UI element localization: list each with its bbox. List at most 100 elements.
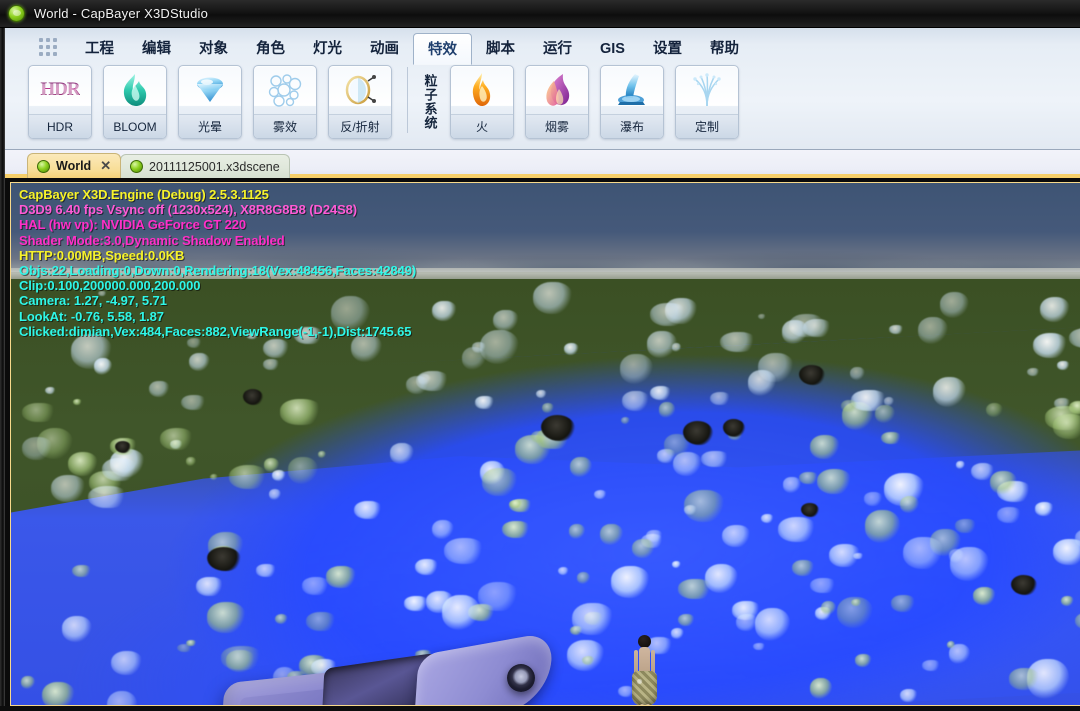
particle-speck <box>778 516 818 542</box>
particle-speck <box>189 352 211 371</box>
menu-item-help[interactable]: 帮助 <box>696 34 753 64</box>
debug-overlay-line-1: CapBayer X3D.Engine (Debug) 2.5.3.1125 <box>19 187 269 202</box>
particle-speck <box>1075 612 1080 629</box>
particle-speck <box>710 391 732 406</box>
particle-speck <box>820 600 837 615</box>
particle-speck <box>1026 367 1040 376</box>
particle-speck <box>72 399 83 406</box>
tool-button-glow[interactable]: 光晕 <box>178 65 242 139</box>
particle-speck <box>1052 414 1080 439</box>
particle-speck <box>880 431 902 444</box>
particle-speck <box>973 587 997 605</box>
particle-speck <box>719 331 757 353</box>
3d-scene-viewport[interactable]: BE 640 LJ CapBayer X3D.Engine (Debug) 2.… <box>10 182 1080 706</box>
particle-speck <box>102 458 139 482</box>
tool-button-smoke[interactable]: 烟雾 <box>525 65 589 139</box>
particle-speck <box>502 520 531 539</box>
character-dress <box>632 671 657 705</box>
sports-car-model[interactable]: BE 640 LJ <box>211 626 556 705</box>
debug-overlay-line-5: HTTP:0.00MB,Speed:0.0KB <box>19 247 185 263</box>
menu-item-effects[interactable]: 特效 <box>413 33 472 65</box>
spray-burst-icon <box>676 66 738 114</box>
particle-speck <box>810 678 833 699</box>
tool-button-bloom[interactable]: BLOOM <box>103 65 167 139</box>
dark-debris-blob <box>115 441 131 453</box>
tool-button-fire[interactable]: 火 <box>450 65 514 139</box>
menu-item-project[interactable]: 工程 <box>71 34 128 64</box>
menu-item-light[interactable]: 灯光 <box>299 34 356 64</box>
particle-speck <box>1068 327 1080 349</box>
particle-speck <box>900 688 918 703</box>
particle-speck <box>474 395 495 409</box>
tool-label-hdr: HDR <box>29 114 91 138</box>
particle-speck <box>389 443 414 464</box>
toolbar-separator <box>407 67 408 133</box>
particle-speck <box>405 376 430 395</box>
particle-speck <box>996 507 1023 524</box>
tool-button-fog[interactable]: 雾效 <box>253 65 317 139</box>
particle-speck <box>1008 668 1041 690</box>
tool-button-reflection[interactable]: 反/折射 <box>328 65 392 139</box>
particle-speck <box>677 578 713 599</box>
dark-debris-blob <box>1011 575 1037 595</box>
menu-item-character[interactable]: 角色 <box>242 34 299 64</box>
menu-item-script[interactable]: 脚本 <box>472 34 529 64</box>
menu-item-settings[interactable]: 设置 <box>639 34 696 64</box>
debug-overlay-line-3: HAL (hw vp): NVIDIA GeForce GT 220 <box>19 217 247 233</box>
particle-speck <box>50 474 86 502</box>
dark-debris-blob <box>801 503 819 517</box>
green-sphere-icon <box>130 160 143 173</box>
particle-speck <box>889 325 905 334</box>
menu-item-object[interactable]: 对象 <box>185 34 242 64</box>
debug-overlay: CapBayer X3D.Engine (Debug) 2.5.3.1125 D3… <box>19 187 719 339</box>
particle-speck <box>317 450 326 458</box>
menu-item-run[interactable]: 运行 <box>529 34 586 64</box>
menu-item-animation[interactable]: 动画 <box>356 34 413 64</box>
particle-speck <box>274 613 289 625</box>
particle-speck <box>186 338 203 348</box>
particle-speck <box>71 334 113 370</box>
particle-speck <box>72 564 93 578</box>
particle-speck <box>593 489 608 500</box>
particle-speck <box>671 628 684 639</box>
particle-speck <box>700 450 730 467</box>
tool-button-custom[interactable]: 定制 <box>675 65 739 139</box>
purple-smoke-icon <box>526 66 588 114</box>
tool-button-hdr[interactable]: HDR HDR <box>28 65 92 139</box>
particle-speck <box>956 461 965 469</box>
particle-speck <box>849 366 865 380</box>
female-character-model[interactable] <box>629 635 659 705</box>
particle-speck <box>917 316 948 345</box>
particle-speck <box>677 613 695 627</box>
menu-item-gis[interactable]: GIS <box>586 34 639 64</box>
particle-speck <box>280 399 322 425</box>
debug-overlay-line-6: Objs:22,Loading:0,Down:0,Rendering:18(Ve… <box>19 262 417 278</box>
document-tab-strip: World ✕ 20111125001.x3dscene <box>5 150 1080 178</box>
particle-speck <box>508 499 524 509</box>
particle-speck <box>922 660 942 672</box>
debug-overlay-line-10: Clicked:dimian,Vex:484,Faces:882,ViewRan… <box>19 323 412 339</box>
orange-flame-icon <box>451 66 513 114</box>
grid-dots-icon[interactable] <box>25 30 71 64</box>
blue-gem-icon <box>179 66 241 114</box>
document-tab-scene[interactable]: 20111125001.x3dscene <box>120 154 290 178</box>
particle-speck <box>816 468 853 495</box>
particle-speck <box>210 474 219 481</box>
particle-speck <box>757 313 767 319</box>
particle-speck <box>736 614 759 631</box>
document-tab-world[interactable]: World ✕ <box>27 153 122 178</box>
particle-speck <box>939 292 970 318</box>
debug-overlay-line-9: LookAt: -0.76, 5.58, 1.87 <box>19 308 164 324</box>
particle-speck <box>600 524 623 546</box>
tool-button-waterfall[interactable]: 瀑布 <box>600 65 664 139</box>
dark-debris-blob <box>799 365 825 385</box>
particle-speck <box>1061 595 1074 606</box>
particle-speck <box>106 691 138 705</box>
particle-speck <box>671 561 682 569</box>
particle-speck <box>810 578 837 594</box>
particle-speck <box>611 566 650 598</box>
close-icon[interactable]: ✕ <box>100 158 111 174</box>
particle-speck <box>899 496 920 514</box>
menu-item-edit[interactable]: 编辑 <box>128 34 185 64</box>
particle-speck <box>576 572 591 584</box>
